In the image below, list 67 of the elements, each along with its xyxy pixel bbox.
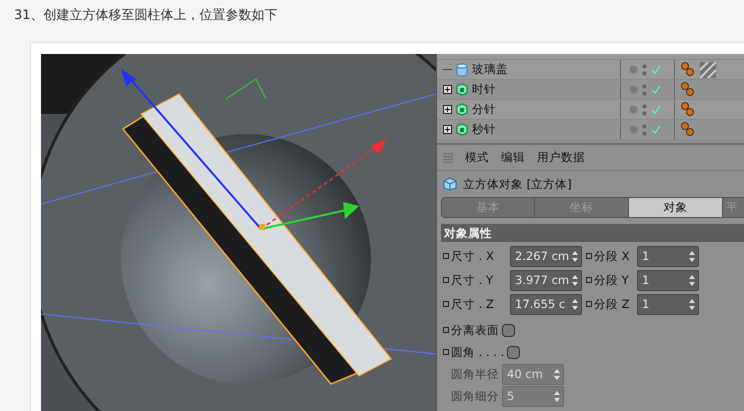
expand-icon[interactable] [443,105,452,114]
checkbox[interactable] [502,324,515,336]
object-name: 时针 [472,82,496,97]
object-row[interactable]: 分针 [437,100,744,120]
spinner-icon[interactable] [689,274,695,286]
hatched-tag-icon [700,62,716,78]
dot-icon [629,85,638,94]
spinner-icon[interactable] [554,390,560,402]
dot-icon [629,105,638,114]
dots-icon [642,124,647,136]
material-balls-icon [681,102,694,117]
object-name: 分针 [472,102,496,117]
check-icon[interactable] [651,125,661,134]
step-heading: 31、创建立方体移至圆柱体上，位置参数如下 [13,7,279,25]
cube-icon [456,103,468,116]
check-icon[interactable] [651,65,661,74]
check-icon[interactable] [651,105,661,114]
field-label: 尺寸 . X [451,248,495,264]
object-name: 玻璃盖 [472,62,508,77]
option-label: 圆角 . . . . [451,344,504,360]
dots-icon [642,84,647,96]
expand-icon[interactable] [443,85,452,94]
cube-icon [456,123,468,136]
object-row[interactable]: 时针 [437,80,744,100]
dots-icon [642,64,647,76]
size-field[interactable]: 2.267 cm [510,246,582,266]
size-field[interactable]: 17.655 c [510,294,582,314]
material-balls-icon [681,122,694,137]
size-field[interactable]: 3.977 cm [510,270,582,290]
field-label: 分段 Z [594,296,631,312]
dot-icon [629,65,638,74]
field-label: 分段 Y [594,272,630,288]
check-icon[interactable] [651,85,661,94]
spinner-icon[interactable] [572,250,578,262]
field-label: 分段 X [594,248,631,264]
segment-field[interactable]: 1 [637,270,699,290]
object-row[interactable]: 玻璃盖 [437,60,744,80]
menu-item[interactable]: 用户数据 [537,150,585,165]
field-label: 尺寸 . Y [451,272,494,288]
material-balls-icon [681,82,694,97]
object-name: 秒针 [472,122,496,137]
dots-icon [642,104,647,116]
spinner-icon[interactable] [572,298,578,310]
grip-icon [443,152,453,162]
cube-icon [456,83,468,96]
segment-field[interactable]: 1 [637,246,699,266]
object-title: 立方体对象 [立方体] [463,176,572,192]
expand-icon[interactable] [443,125,452,134]
dot-icon [629,125,638,134]
spinner-icon[interactable] [554,368,560,380]
segment-field[interactable]: 1 [637,294,699,314]
field-label: 尺寸 . Z [451,296,495,312]
cylinder-icon [456,62,468,76]
object-row[interactable]: 秒针 [437,120,744,140]
tab[interactable]: 对象 [629,197,723,218]
spinner-icon[interactable] [689,298,695,310]
cube-icon [443,177,457,191]
menu-item[interactable]: 编辑 [501,150,525,165]
option-label: 分离表面 [451,322,499,338]
menu-item[interactable]: 模式 [465,150,489,165]
field-label: 圆角半径 [451,366,499,382]
spinner-icon[interactable] [572,274,578,286]
field-label: 圆角细分 [451,388,499,404]
section-title: 对象属性 [441,224,744,242]
checkbox[interactable] [507,346,520,358]
spinner-icon[interactable] [689,250,695,262]
material-balls-icon [681,62,694,77]
